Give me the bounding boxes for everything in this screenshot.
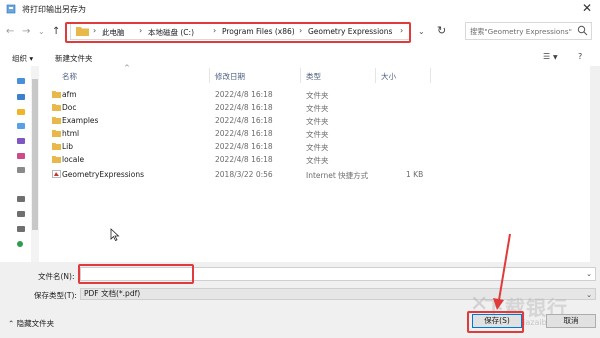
- folder-icon: [52, 156, 61, 163]
- drive-icon[interactable]: [17, 167, 25, 173]
- highlight-box-filename: [78, 264, 194, 284]
- drive-icon[interactable]: [17, 226, 25, 232]
- music-icon[interactable]: [17, 153, 25, 159]
- file-name: GeometryExpressions: [62, 170, 145, 179]
- up-icon[interactable]: ↑: [52, 27, 60, 37]
- file-type: 文件夹: [306, 156, 329, 165]
- search-placeholder: 搜索"Geometry Expressions": [470, 27, 572, 36]
- file-date: 2022/4/8 16:18: [215, 116, 273, 125]
- filename-label: 文件名(N):: [38, 272, 75, 281]
- highlight-box-address: [65, 22, 411, 43]
- close-icon[interactable]: ✕: [582, 1, 592, 15]
- file-size: 1 KB: [406, 170, 424, 179]
- documents-icon[interactable]: [17, 94, 25, 100]
- help-icon[interactable]: ?: [578, 52, 582, 61]
- file-name: Lib: [62, 142, 74, 151]
- internet-shortcut-icon: [52, 170, 61, 178]
- file-name: locale: [62, 155, 85, 164]
- chevron-down-icon[interactable]: ⌄: [586, 270, 592, 278]
- file-row-lib[interactable]: Lib 2022/4/8 16:18 文件夹: [48, 140, 548, 153]
- file-date: 2022/4/8 16:18: [215, 103, 273, 112]
- file-row-geometryexpressions[interactable]: GeometryExpressions 2018/3/22 0:56 Inter…: [48, 168, 548, 181]
- back-icon[interactable]: ←: [6, 27, 14, 37]
- window-title: 将打印输出另存为: [22, 5, 86, 14]
- hide-folders-toggle[interactable]: ⌃ 隐藏文件夹: [8, 318, 54, 329]
- file-row-doc[interactable]: Doc 2022/4/8 16:18 文件夹: [48, 101, 548, 114]
- file-date: 2022/4/8 16:18: [215, 129, 273, 138]
- file-row-examples[interactable]: Examples 2022/4/8 16:18 文件夹: [48, 114, 548, 127]
- chevron-up-icon: ⌃: [8, 319, 17, 328]
- toolbar: 组织 ▾ 新建文件夹 ☰ ▼ ?: [0, 46, 600, 66]
- title-bar: 将打印输出另存为 ✕: [0, 0, 600, 18]
- videos-icon[interactable]: [17, 138, 25, 144]
- sort-ascending-icon: ^: [124, 64, 130, 72]
- app-icon: [6, 4, 16, 14]
- folder-icon: [52, 143, 61, 150]
- mouse-cursor-icon: [110, 228, 120, 241]
- drive-icon[interactable]: [17, 211, 25, 217]
- file-date: 2022/4/8 16:18: [215, 90, 273, 99]
- file-list-scrollbar[interactable]: [590, 66, 600, 262]
- drive-icon[interactable]: [17, 196, 25, 202]
- search-input[interactable]: 搜索"Geometry Expressions": [465, 22, 592, 40]
- file-name: html: [62, 129, 80, 138]
- file-type: 文件夹: [306, 104, 329, 113]
- file-type: 文件夹: [306, 130, 329, 139]
- navigation-pane-scroll-thumb[interactable]: [32, 79, 38, 230]
- file-row-html[interactable]: html 2022/4/8 16:18 文件夹: [48, 127, 548, 140]
- filetype-value: PDF 文档(*.pdf): [84, 289, 141, 298]
- file-date: 2022/4/8 16:18: [215, 142, 273, 151]
- file-type: 文件夹: [306, 91, 329, 100]
- file-row-locale[interactable]: locale 2022/4/8 16:18 文件夹: [48, 153, 548, 166]
- folder-icon: [52, 117, 61, 124]
- forward-icon[interactable]: →: [22, 27, 30, 37]
- search-icon: [577, 25, 588, 36]
- file-type: 文件夹: [306, 143, 329, 152]
- desktop-icon[interactable]: [17, 78, 25, 84]
- column-divider[interactable]: [430, 68, 431, 83]
- network-icon[interactable]: [17, 241, 23, 247]
- folder-icon: [52, 130, 61, 137]
- column-header-size[interactable]: 大小: [381, 71, 396, 82]
- chevron-down-icon[interactable]: ⌄: [586, 290, 592, 300]
- folder-icon: [52, 91, 61, 98]
- column-header-name[interactable]: 名称: [62, 71, 77, 82]
- downloads-icon[interactable]: [17, 109, 25, 115]
- file-date: 2018/3/22 0:56: [215, 170, 273, 179]
- chevron-down-icon[interactable]: ⌄: [418, 27, 425, 36]
- navigation-pane: [0, 66, 30, 262]
- file-type: 文件夹: [306, 117, 329, 126]
- filetype-label: 保存类型(T):: [34, 291, 77, 300]
- cancel-button[interactable]: 取消: [546, 314, 596, 328]
- folder-icon: [52, 104, 61, 111]
- pictures-icon[interactable]: [17, 123, 25, 129]
- file-name: Examples: [62, 116, 99, 125]
- file-type: Internet 快捷方式: [306, 171, 369, 180]
- file-name: afm: [62, 90, 77, 99]
- chevron-down-icon[interactable]: ▼: [553, 54, 558, 61]
- column-header-type[interactable]: 类型: [306, 71, 321, 82]
- hide-folders-label: 隐藏文件夹: [16, 319, 55, 328]
- annotation-arrow-icon: [493, 233, 511, 310]
- column-divider[interactable]: [375, 68, 376, 83]
- file-row-afm[interactable]: afm 2022/4/8 16:18 文件夹: [48, 88, 548, 101]
- column-divider[interactable]: [209, 68, 210, 83]
- file-date: 2022/4/8 16:18: [215, 155, 273, 164]
- new-folder-button[interactable]: 新建文件夹: [55, 53, 93, 64]
- organize-button[interactable]: 组织 ▾: [12, 53, 33, 64]
- highlight-box-save: [467, 311, 524, 333]
- file-name: Doc: [62, 103, 77, 112]
- refresh-icon[interactable]: ↻: [437, 24, 446, 37]
- recent-dropdown-icon[interactable]: ⌄: [38, 27, 45, 37]
- view-options-icon[interactable]: ☰: [543, 52, 550, 61]
- column-divider[interactable]: [300, 68, 301, 83]
- column-header-modified[interactable]: 修改日期: [215, 71, 245, 82]
